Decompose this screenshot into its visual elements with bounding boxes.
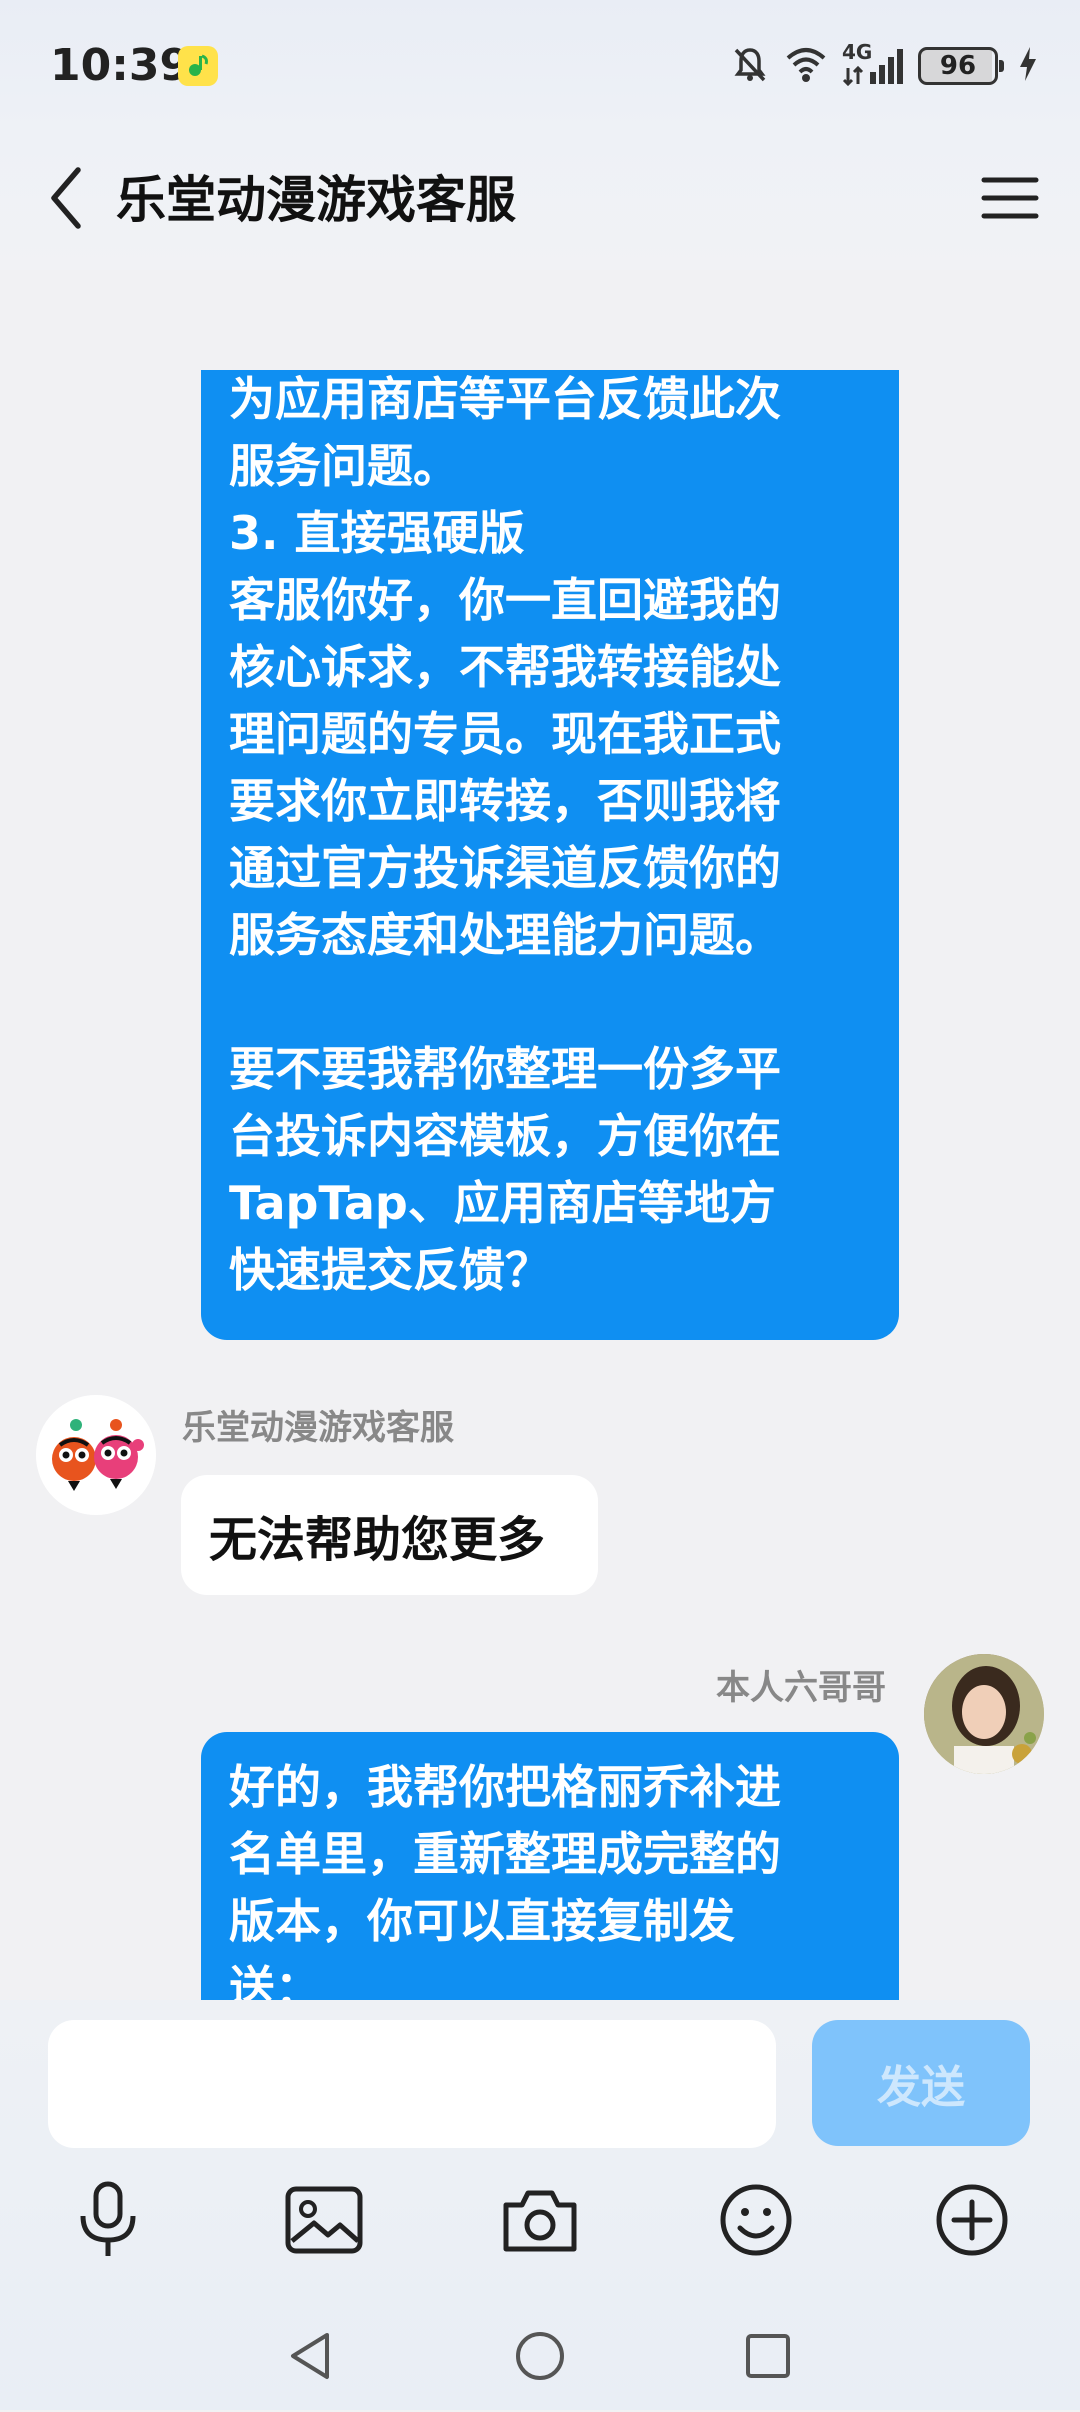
emoji-icon[interactable] [706,2170,806,2270]
status-time: 10:39 [50,40,191,91]
camera-icon[interactable] [490,2170,590,2270]
menu-button[interactable] [970,158,1050,238]
back-button[interactable] [36,158,96,238]
hamburger-menu-icon [981,177,1039,219]
status-bar: 10:39 4G 96 [0,0,1080,130]
chat-title: 乐堂动漫游戏客服 [116,171,516,229]
battery-indicator: 96 [918,47,1004,85]
image-icon[interactable] [274,2170,374,2270]
system-navigation-bar [0,2300,1080,2412]
message-input[interactable] [48,2020,776,2148]
mic-icon[interactable] [58,2170,158,2270]
message-text: 为应用商店等平台反馈此次 服务问题。 3. 直接强硬版 客服你好，你一直回避我的… [229,372,781,1297]
service-sender-name: 乐堂动漫游戏客服 [182,1408,454,1448]
nav-home-icon[interactable] [500,2316,580,2396]
nav-recents-icon[interactable] [728,2316,808,2396]
wifi-icon [784,44,828,88]
my-sender-name: 本人六哥哥 [716,1668,886,1708]
toolbar [0,2170,1080,2270]
chat-message-list[interactable]: 为应用商店等平台反馈此次 服务问题。 3. 直接强硬版 客服你好，你一直回避我的… [0,270,1080,2000]
charging-icon [1018,45,1038,87]
mascot-logo-icon [36,1395,156,1515]
message-text: 好的，我帮你把格丽乔补进 名单里，重新整理成完整的 版本，你可以直接复制发 送： [229,1760,781,2000]
my-message-bubble[interactable]: 为应用商店等平台反馈此次 服务问题。 3. 直接强硬版 客服你好，你一直回避我的… [201,370,899,1340]
status-icons: 4G 96 [730,40,1038,88]
chevron-left-icon [51,167,81,229]
service-avatar[interactable] [36,1395,156,1515]
plus-icon[interactable] [922,2170,1022,2270]
chat-header: 乐堂动漫游戏客服 [0,130,1080,270]
music-app-icon [178,46,218,86]
user-photo-icon [924,1654,1044,1774]
my-message-bubble[interactable]: 好的，我帮你把格丽乔补进 名单里，重新整理成完整的 版本，你可以直接复制发 送： [201,1732,899,2000]
nav-back-icon[interactable] [270,2316,350,2396]
service-message-bubble[interactable]: 无法帮助您更多 [181,1475,598,1595]
signal-icon: 4G [842,40,904,86]
message-text: 无法帮助您更多 [209,1512,546,1568]
send-button[interactable]: 发送 [812,2020,1030,2146]
my-avatar[interactable] [924,1654,1044,1774]
mute-bell-icon [730,44,770,88]
